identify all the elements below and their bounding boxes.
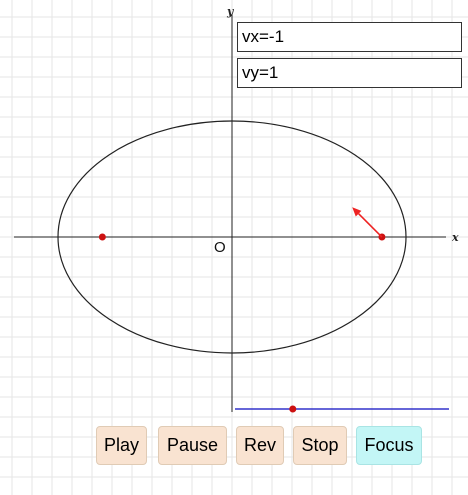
play-button[interactable]: Play (96, 426, 147, 465)
vx-readout: vx=-1 (237, 22, 462, 52)
x-axis-label: x (451, 231, 459, 244)
pause-button[interactable]: Pause (158, 426, 227, 465)
focus-point-left[interactable] (98, 233, 106, 241)
slider-handle[interactable] (289, 405, 297, 413)
focus-button[interactable]: Focus (356, 426, 422, 465)
origin-label: O (214, 239, 226, 256)
stop-button[interactable]: Stop (293, 426, 347, 465)
reverse-button[interactable]: Rev (236, 426, 284, 465)
velocity-arrow (352, 207, 383, 238)
vy-readout: vy=1 (237, 58, 462, 88)
y-axis-label: y (226, 5, 235, 18)
